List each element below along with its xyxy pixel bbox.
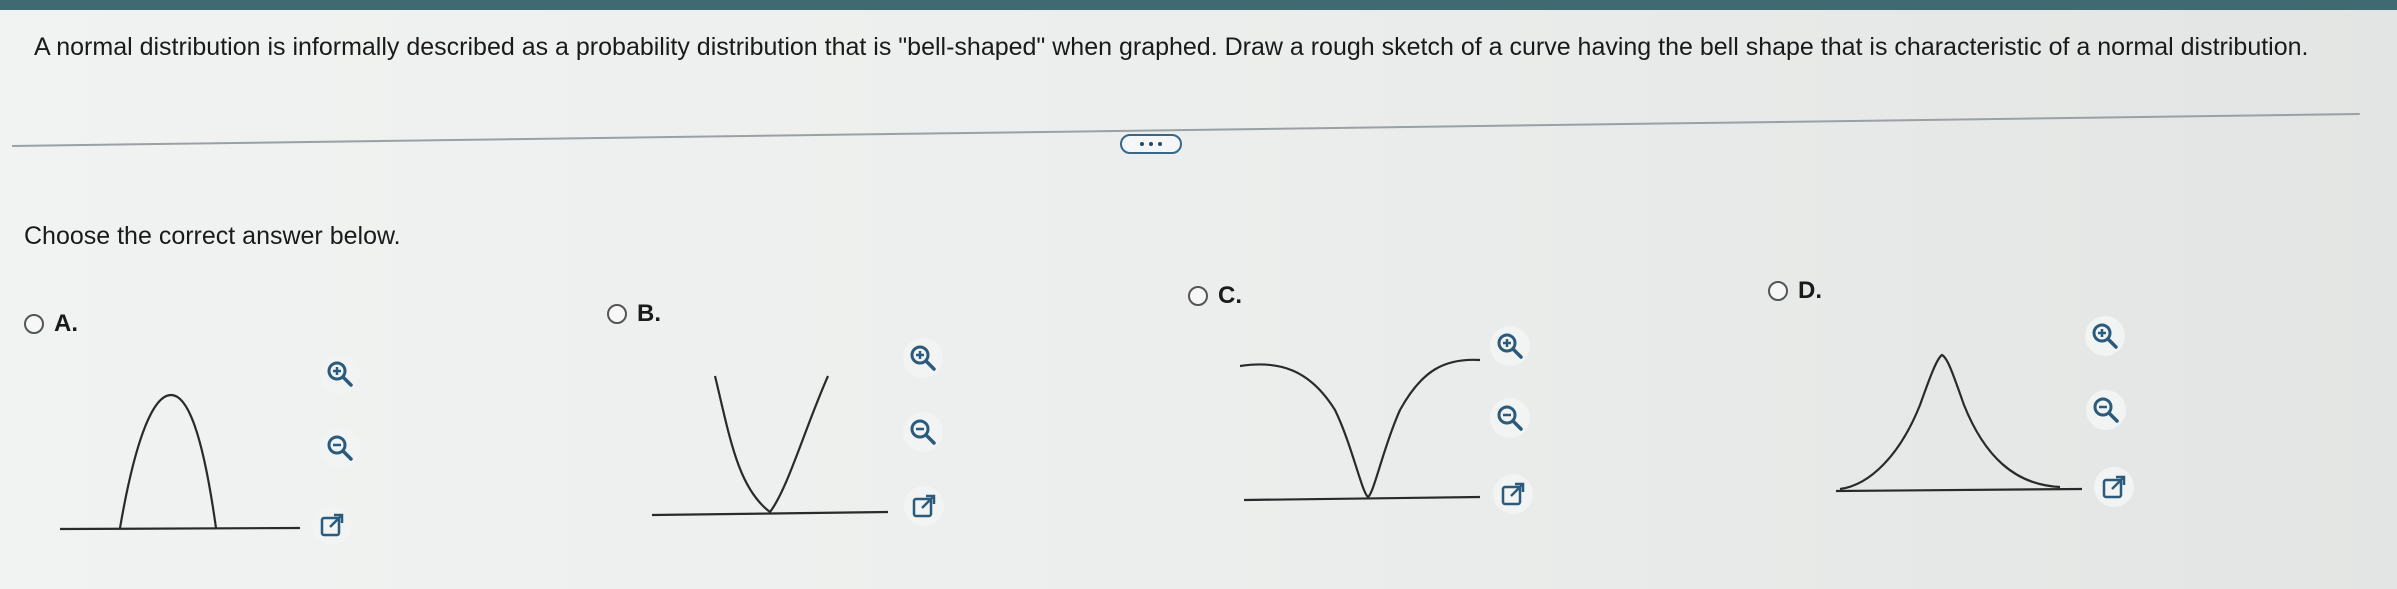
dot: [1140, 142, 1144, 146]
zoom-in-icon[interactable]: [1490, 326, 1530, 366]
graph-option-c: [1240, 358, 1481, 502]
pop-out-icon[interactable]: [904, 486, 944, 526]
option-a-label: A.: [54, 310, 78, 337]
option-c-label: C.: [1218, 282, 1242, 309]
curve-b: [713, 375, 830, 514]
option-b[interactable]: B.: [607, 300, 661, 328]
curve-a: [118, 393, 218, 529]
zoom-out-icon[interactable]: [903, 412, 943, 452]
divider: [11, 113, 2360, 147]
radio-button-a[interactable]: [24, 314, 44, 334]
zoom-out-icon[interactable]: [2086, 390, 2126, 430]
top-bar: [0, 0, 2397, 10]
option-a[interactable]: A.: [24, 310, 78, 338]
zoom-in-icon[interactable]: [320, 354, 360, 394]
x-axis-a: [59, 526, 301, 531]
zoom-out-icon[interactable]: [1490, 398, 1530, 438]
dot: [1149, 142, 1153, 146]
curve-d: [1839, 353, 2061, 491]
answer-prompt: Choose the correct answer below.: [24, 222, 401, 250]
x-axis-c: [1243, 495, 1481, 502]
option-d-label: D.: [1798, 277, 1822, 304]
radio-button-c[interactable]: [1188, 286, 1208, 306]
option-c[interactable]: C.: [1188, 282, 1242, 310]
x-axis-b: [651, 510, 889, 517]
x-axis-d: [1835, 487, 2083, 493]
expand-more-button[interactable]: [1120, 134, 1182, 154]
curve-c: [1240, 358, 1481, 499]
dot: [1158, 142, 1162, 146]
graph-option-a: [59, 393, 301, 531]
graph-option-d: [1835, 353, 2083, 493]
option-d[interactable]: D.: [1768, 277, 1822, 305]
pop-out-icon[interactable]: [2094, 467, 2134, 507]
option-b-label: B.: [637, 300, 661, 327]
pop-out-icon[interactable]: [312, 505, 352, 545]
graph-option-b: [651, 375, 889, 517]
zoom-in-icon[interactable]: [2085, 316, 2125, 356]
radio-button-b[interactable]: [607, 304, 627, 324]
zoom-in-icon[interactable]: [903, 338, 943, 378]
zoom-out-icon[interactable]: [320, 428, 360, 468]
radio-button-d[interactable]: [1768, 281, 1788, 301]
pop-out-icon[interactable]: [1493, 474, 1533, 514]
question-text: A normal distribution is informally desc…: [34, 33, 2309, 61]
